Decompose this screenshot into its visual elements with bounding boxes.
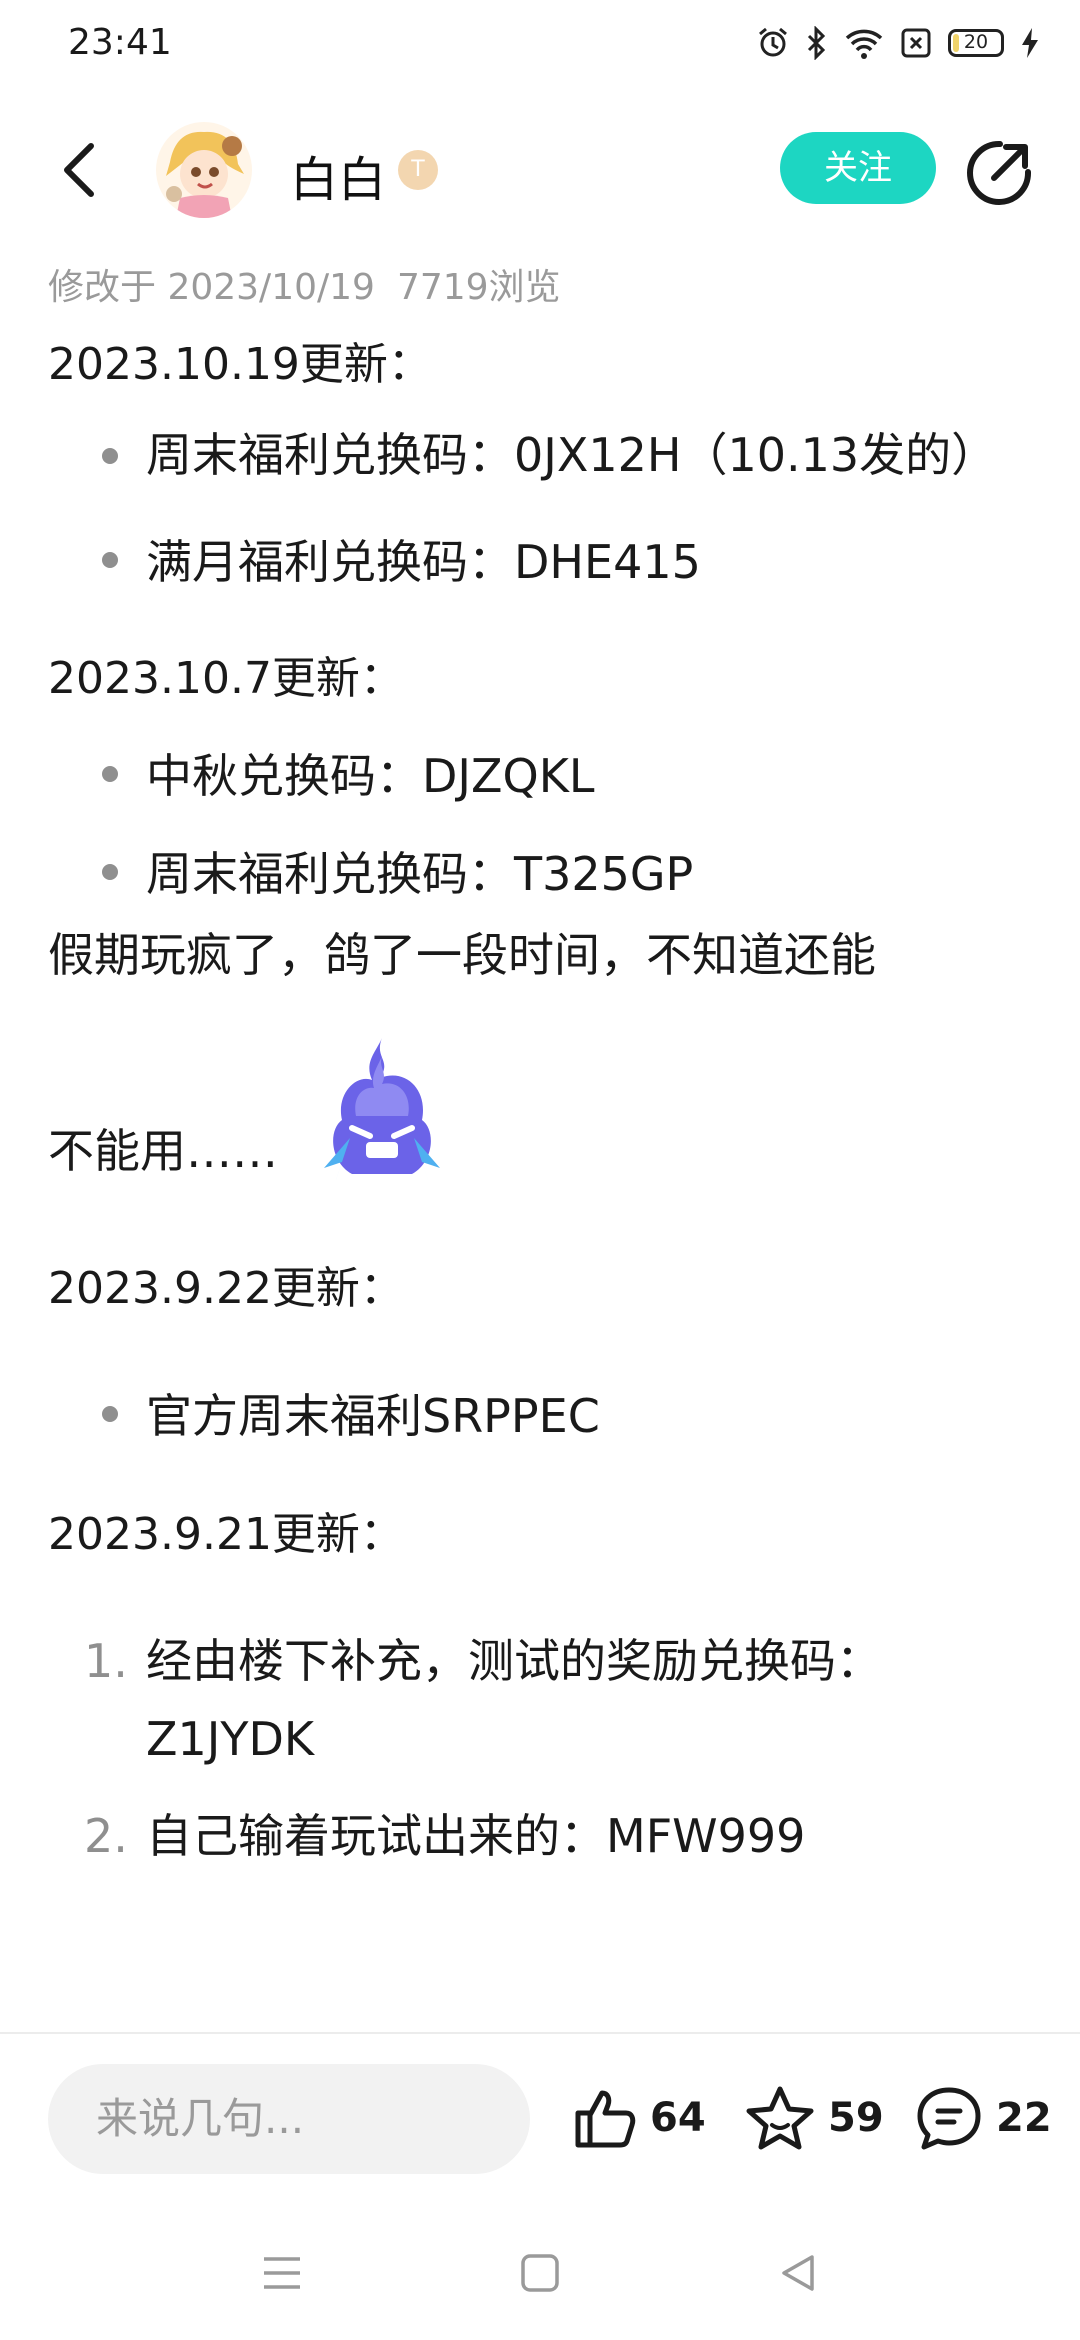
battery-icon: 20 <box>948 29 1004 57</box>
star-face-icon <box>746 2086 814 2150</box>
comments-button[interactable]: 22 <box>914 2078 1052 2158</box>
crying-flame-emoji-icon <box>316 1034 448 1188</box>
comment-input[interactable]: 来说几句... <box>48 2064 530 2174</box>
bullet-dot <box>102 766 118 782</box>
update-heading: 2023.10.7更新： <box>48 653 404 704</box>
wifi-icon <box>844 26 884 60</box>
post-header: 白白 T 关注 <box>0 110 1080 230</box>
paragraph-line: 不能用…… <box>48 1124 278 1178</box>
status-time: 23:41 <box>68 22 172 63</box>
bluetooth-icon <box>806 26 828 60</box>
modified-date: 修改于 2023/10/19 <box>48 267 375 308</box>
author-name[interactable]: 白白 <box>290 140 386 210</box>
nav-back-button[interactable] <box>768 2248 828 2298</box>
list-item-text: 官方周末福利SRPPEC <box>146 1389 600 1443</box>
bullet-dot <box>102 864 118 880</box>
battery-level: 20 <box>963 31 989 53</box>
nav-menu-button[interactable] <box>252 2248 312 2298</box>
view-count: 7719浏览 <box>396 267 561 308</box>
back-arrow-icon <box>64 143 94 197</box>
share-icon <box>967 140 1032 205</box>
author-level-badge: T <box>398 150 438 190</box>
paragraph-line: 假期玩疯了，鸽了一段时间，不知道还能 <box>48 928 876 982</box>
menu-icon <box>264 2257 300 2289</box>
list-item: 1. 经由楼下补充，测试的奖励兑换码：Z1JYDK <box>48 1622 1038 1778</box>
comment-bubble-icon <box>917 2087 981 2150</box>
sim-x-icon <box>900 27 932 59</box>
bullet-list: 中秋兑换码：DJZQKL 周末福利兑换码：T325GP <box>48 736 1038 914</box>
list-item-text: 周末福利兑换码：T325GP <box>146 847 694 901</box>
list-item-text: 自己输着玩试出来的：MFW999 <box>146 1809 806 1863</box>
share-button[interactable] <box>964 138 1034 208</box>
post-meta: 修改于 2023/10/19 7719浏览 <box>48 258 561 310</box>
favorite-button[interactable]: 59 <box>744 2078 884 2158</box>
bullet-dot <box>102 448 118 464</box>
numbered-list: 1. 经由楼下补充，测试的奖励兑换码：Z1JYDK 2. 自己输着玩试出来的：M… <box>48 1622 1038 1876</box>
back-button[interactable] <box>44 132 114 208</box>
list-item-text: 满月福利兑换码：DHE415 <box>146 535 701 589</box>
system-nav-bar <box>0 2200 1080 2340</box>
thumbs-up-icon <box>575 2090 636 2148</box>
paragraph-emoji-line: 不能用…… <box>48 992 1038 1202</box>
bottom-action-bar: 来说几句... 64 59 22 <box>0 2032 1080 2202</box>
favorite-count: 59 <box>828 2095 884 2141</box>
list-number: 2. <box>84 1809 128 1863</box>
list-item-text: 中秋兑换码：DJZQKL <box>146 749 595 803</box>
nav-home-button[interactable] <box>510 2248 570 2298</box>
status-bar: 23:41 20 <box>0 0 1080 96</box>
like-count: 64 <box>650 2095 706 2141</box>
author-avatar[interactable] <box>156 122 252 218</box>
bullet-dot <box>102 1406 118 1422</box>
home-square-icon <box>521 2254 559 2292</box>
list-item: 满月福利兑换码：DHE415 <box>48 522 1038 602</box>
list-item-text: 经由楼下补充，测试的奖励兑换码：Z1JYDK <box>146 1634 882 1766</box>
update-heading: 2023.9.22更新： <box>48 1263 404 1314</box>
list-item: 中秋兑换码：DJZQKL <box>48 736 1038 816</box>
list-item: 2. 自己输着玩试出来的：MFW999 <box>48 1796 1038 1876</box>
update-heading: 2023.10.19更新： <box>48 339 432 390</box>
comment-count: 22 <box>996 2095 1052 2141</box>
charging-bolt-icon <box>1020 26 1040 60</box>
follow-button[interactable]: 关注 <box>780 132 936 204</box>
list-item: 周末福利兑换码：0JX12H（10.13发的） <box>48 418 1038 492</box>
bullet-dot <box>102 552 118 568</box>
like-button[interactable]: 64 <box>572 2078 706 2158</box>
bullet-list: 周末福利兑换码：0JX12H（10.13发的） 满月福利兑换码：DHE415 <box>48 418 1038 602</box>
post-content: 2023.10.19更新： 周末福利兑换码：0JX12H（10.13发的） 满月… <box>48 330 1038 1876</box>
status-icons: 20 <box>756 26 1040 60</box>
bullet-list: 官方周末福利SRPPEC <box>48 1376 1038 1456</box>
list-item: 周末福利兑换码：T325GP <box>48 834 1038 914</box>
list-item: 官方周末福利SRPPEC <box>48 1376 1038 1456</box>
update-heading: 2023.9.21更新： <box>48 1509 404 1560</box>
list-number: 1. <box>84 1634 128 1688</box>
alarm-icon <box>756 26 790 60</box>
back-triangle-icon <box>782 2255 814 2291</box>
list-item-text: 周末福利兑换码：0JX12H（10.13发的） <box>146 428 998 482</box>
